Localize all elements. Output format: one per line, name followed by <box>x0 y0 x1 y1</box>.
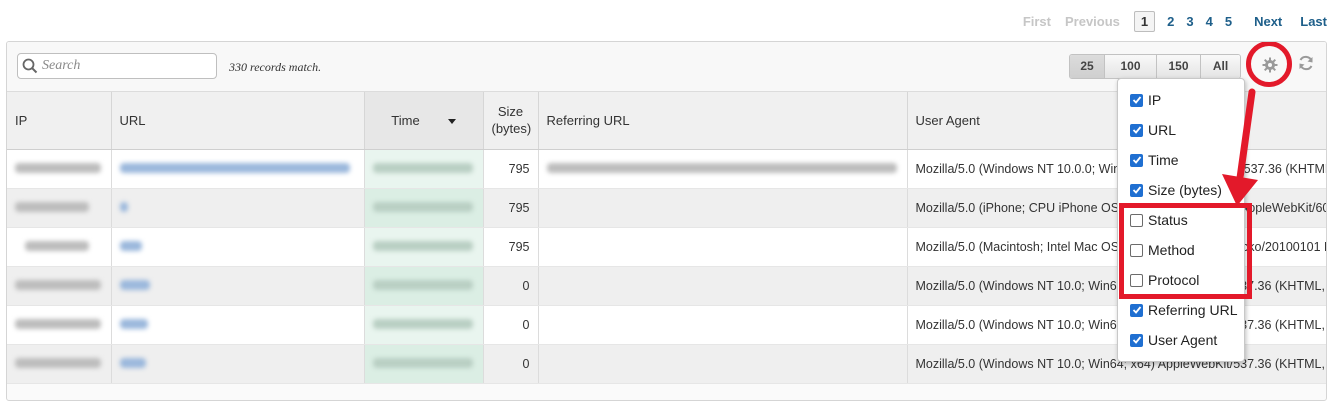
page-2-link[interactable]: 2 <box>1167 14 1174 29</box>
ip-cell <box>7 227 112 267</box>
url-cell[interactable] <box>111 188 365 228</box>
column-option-label: Referring URL <box>1148 302 1238 318</box>
referring-url-cell <box>538 305 908 345</box>
checkbox-checked-icon[interactable] <box>1130 153 1143 167</box>
column-header-time-label: Time <box>391 112 420 128</box>
sort-descending-icon <box>447 118 456 124</box>
column-header-ip[interactable]: IP <box>7 92 112 150</box>
referring-url-cell <box>538 344 908 384</box>
records-count: 330 records match. <box>229 60 322 74</box>
page-3-link[interactable]: 3 <box>1186 14 1193 29</box>
column-header-size[interactable]: Size (bytes) <box>483 92 539 150</box>
page-size-25-button[interactable]: 25 <box>1070 55 1104 78</box>
url-cell[interactable] <box>111 344 365 384</box>
column-option-ip[interactable]: IP <box>1130 92 1161 108</box>
column-header-time[interactable]: Time <box>364 92 484 150</box>
page-5-link[interactable]: 5 <box>1225 14 1232 29</box>
checkbox-checked-icon[interactable] <box>1130 183 1143 197</box>
column-option-user-agent[interactable]: User Agent <box>1130 332 1217 348</box>
column-option-size[interactable]: Size (bytes) <box>1130 182 1222 198</box>
column-header-referring-url[interactable]: Referring URL <box>538 92 908 150</box>
size-cell: 0 <box>483 344 539 384</box>
time-cell <box>364 188 484 228</box>
ip-cell <box>7 266 112 306</box>
pagination: First Previous 1 2 3 4 5 Next Last <box>1009 8 1327 34</box>
time-cell <box>364 305 484 345</box>
column-option-referring-url[interactable]: Referring URL <box>1130 302 1237 318</box>
ip-cell <box>7 149 112 189</box>
ip-cell <box>7 344 112 384</box>
column-option-time[interactable]: Time <box>1130 152 1179 168</box>
column-option-label: URL <box>1148 122 1177 138</box>
search-icon <box>18 54 42 78</box>
time-cell <box>364 344 484 384</box>
previous-page-link: Previous <box>1064 13 1120 29</box>
checkbox-checked-icon[interactable] <box>1130 123 1143 137</box>
checkbox-checked-icon[interactable] <box>1130 333 1143 347</box>
url-cell[interactable] <box>111 266 365 306</box>
column-option-label: User Agent <box>1148 332 1218 348</box>
referring-url-cell <box>538 266 908 306</box>
size-cell: 0 <box>483 266 539 306</box>
time-cell <box>364 149 484 189</box>
search-placeholder: Search <box>42 58 81 73</box>
next-page-link[interactable]: Next <box>1254 14 1282 29</box>
search-input[interactable]: Search <box>17 53 217 79</box>
url-cell[interactable] <box>111 149 365 189</box>
size-cell: 795 <box>483 188 539 228</box>
column-option-label: Time <box>1148 152 1179 168</box>
ip-cell <box>7 188 112 228</box>
time-cell <box>364 266 484 306</box>
referring-url-cell <box>538 227 908 267</box>
time-cell <box>364 227 484 267</box>
annotation-arrow-icon <box>1222 88 1258 206</box>
page-1-link[interactable]: 1 <box>1133 10 1156 32</box>
size-cell: 795 <box>483 149 539 189</box>
column-option-label: IP <box>1148 92 1162 108</box>
url-cell[interactable] <box>111 305 365 345</box>
size-cell: 0 <box>483 305 539 345</box>
checkbox-checked-icon[interactable] <box>1130 93 1143 107</box>
last-page-link[interactable]: Last <box>1300 14 1327 29</box>
page-size-150-button[interactable]: 150 <box>1156 55 1200 78</box>
page-4-link[interactable]: 4 <box>1206 14 1213 29</box>
url-cell[interactable] <box>111 227 365 267</box>
column-header-url[interactable]: URL <box>111 92 365 150</box>
column-option-url[interactable]: URL <box>1130 122 1176 138</box>
referring-url-cell <box>538 149 908 189</box>
referring-url-cell <box>538 188 908 228</box>
refresh-icon[interactable] <box>1297 54 1317 74</box>
size-cell: 795 <box>483 227 539 267</box>
checkbox-checked-icon[interactable] <box>1130 303 1143 317</box>
page-size-100-button[interactable]: 100 <box>1104 55 1156 78</box>
page-size-all-button[interactable]: All <box>1200 55 1240 78</box>
first-page-link: First <box>1022 13 1051 29</box>
ip-cell <box>7 305 112 345</box>
page-size-selector: 25 100 150 All <box>1069 54 1241 79</box>
